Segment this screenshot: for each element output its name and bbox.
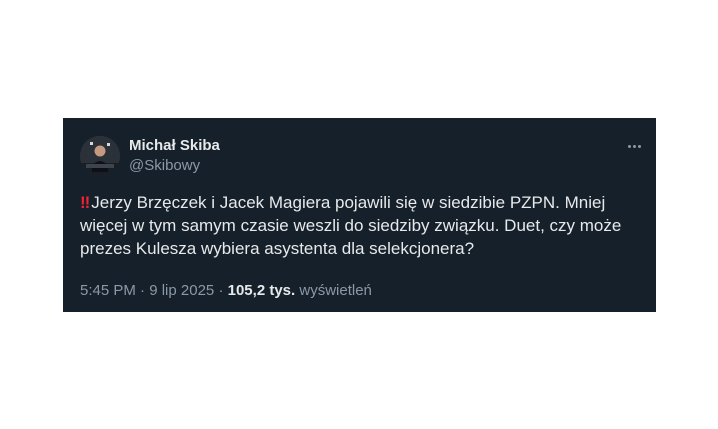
tweet-time[interactable]: 5:45 PM — [80, 282, 136, 299]
double-exclamation-icon: ‼ — [80, 193, 90, 212]
tweet-text-content: Jerzy Brzęczek i Jacek Magiera pojawili … — [80, 193, 622, 258]
author-display-name[interactable]: Michał Skiba — [129, 137, 220, 155]
tweet-header: Michał Skiba @Skibowy — [80, 135, 644, 177]
more-dot — [632, 144, 636, 148]
tweet-date[interactable]: 9 lip 2025 — [149, 282, 214, 299]
author-names: Michał Skiba @Skibowy — [129, 137, 220, 175]
more-options-icon[interactable] — [624, 137, 644, 155]
tweet-card[interactable]: Michał Skiba @Skibowy ‼ Jerzy Brzęczek i … — [63, 118, 656, 312]
avatar[interactable] — [80, 136, 120, 176]
tweet-meta: 5:45 PM · 9 lip 2025 · 105,2 tys. wyświe… — [80, 282, 372, 300]
more-dot — [627, 144, 631, 148]
meta-separator: · — [218, 282, 224, 299]
views-count: 105,2 tys. — [227, 282, 296, 299]
meta-separator: · — [140, 282, 146, 299]
avatar-photo-icon — [80, 136, 120, 176]
author-handle[interactable]: @Skibowy — [129, 157, 220, 175]
tweet-text: ‼ Jerzy Brzęczek i Jacek Magiera pojawili… — [80, 191, 640, 260]
views-label: wyświetleń — [299, 282, 372, 299]
more-dot — [637, 144, 641, 148]
